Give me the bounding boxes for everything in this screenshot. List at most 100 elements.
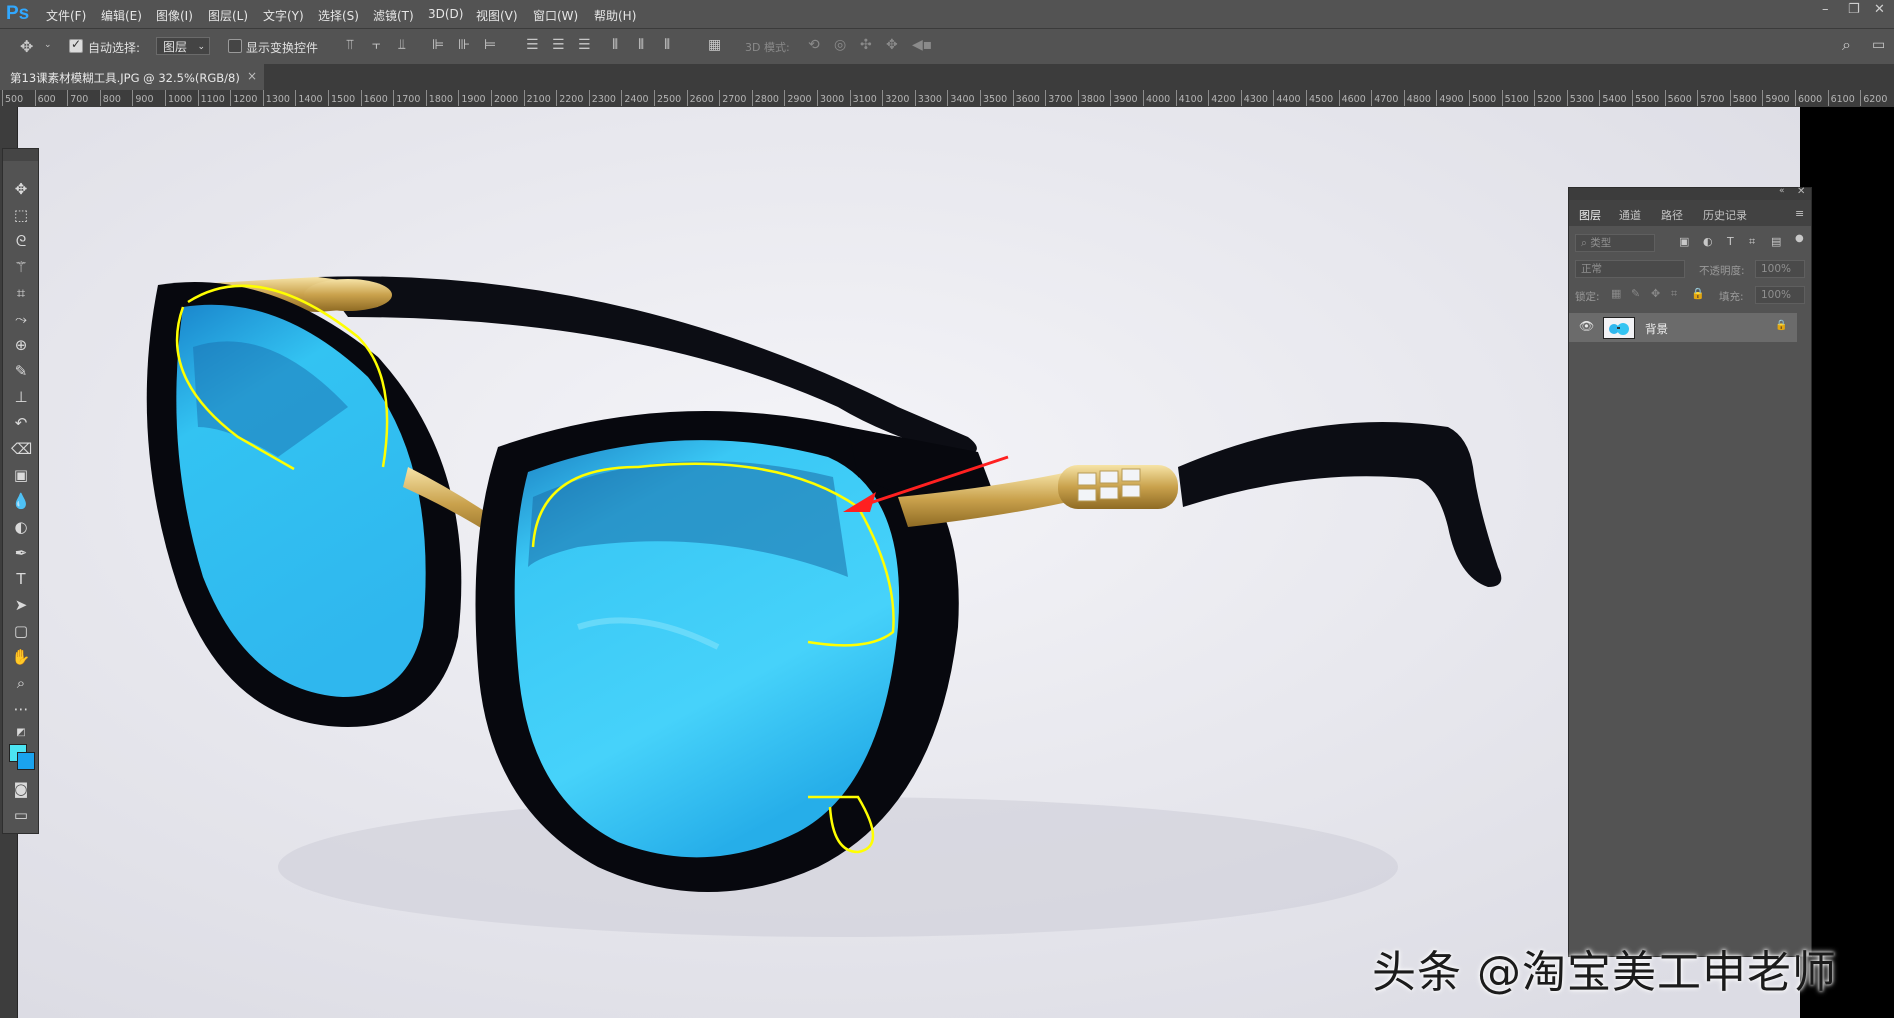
show-transform-checkbox[interactable] (228, 39, 242, 53)
opacity-input[interactable]: 100% (1755, 260, 1805, 278)
lock-image-icon[interactable]: ✎ (1631, 288, 1640, 299)
align-bottom-icon[interactable]: ⫫ (398, 38, 406, 52)
align-right-icon[interactable]: ⊨ (484, 38, 496, 52)
ruler-tick: 1300 (262, 90, 290, 106)
marquee-tool-icon[interactable]: ⬚ (11, 205, 31, 225)
hand-tool-icon[interactable]: ✋ (11, 647, 31, 667)
tab-layers[interactable]: 图层 (1579, 207, 1601, 223)
blend-mode-dropdown[interactable]: 正常 (1575, 260, 1685, 278)
lock-transparent-icon[interactable]: ▦ (1611, 288, 1621, 299)
clone-stamp-tool-icon[interactable]: ⊥ (11, 387, 31, 407)
filter-toggle-icon[interactable]: ● (1795, 234, 1804, 244)
move-tool-icon[interactable]: ✥ (20, 39, 33, 55)
fill-input[interactable]: 100% (1755, 286, 1805, 304)
menu-layer[interactable]: 图层(L) (208, 7, 248, 24)
healing-brush-tool-icon[interactable]: ⊕ (11, 335, 31, 355)
3d-pan-icon[interactable]: ✣ (860, 38, 872, 52)
shape-tool-icon[interactable]: ▢ (11, 621, 31, 641)
layer-filter-dropdown[interactable]: ⌕ 类型 (1575, 234, 1655, 252)
tab-paths[interactable]: 路径 (1661, 207, 1683, 223)
align-left-icon[interactable]: ⊫ (432, 38, 444, 52)
tools-panel-grip[interactable] (3, 149, 38, 161)
distribute-bottom-icon[interactable]: ☰ (578, 38, 591, 52)
3d-scale-icon[interactable]: ◀▪ (912, 38, 932, 52)
lock-artboard-icon[interactable]: ⌗ (1671, 288, 1677, 299)
distribute-vcenter-icon[interactable]: ☰ (552, 38, 565, 52)
eyedropper-tool-icon[interactable]: ⤳ (11, 309, 31, 329)
lasso-tool-icon[interactable]: ᘓ (11, 231, 31, 251)
filter-smart-object-icon[interactable]: ▤ (1771, 236, 1781, 247)
distribute-top-icon[interactable]: ☰ (526, 38, 539, 52)
distribute-left-icon[interactable]: ⦀ (612, 38, 618, 52)
filter-adjustment-icon[interactable]: ◐ (1703, 236, 1713, 247)
filter-pixel-icon[interactable]: ▣ (1679, 236, 1689, 247)
filter-type-icon[interactable]: T (1727, 236, 1734, 247)
minimize-button[interactable]: – (1822, 2, 1829, 17)
3d-orbit-icon[interactable]: ⟲ (808, 38, 820, 52)
menu-view[interactable]: 视图(V) (476, 7, 518, 24)
restore-button[interactable]: ❐ (1848, 2, 1860, 17)
align-hcenter-icon[interactable]: ⊪ (458, 38, 470, 52)
auto-select-checkbox[interactable] (69, 37, 83, 53)
magic-wand-tool-icon[interactable]: ⚚ (11, 257, 31, 277)
ruler-tick: 800 (99, 90, 121, 106)
menu-3d[interactable]: 3D(D) (428, 7, 463, 21)
lock-position-icon[interactable]: ✥ (1651, 288, 1660, 299)
default-colors-icon[interactable]: ◩ ⇄ (11, 723, 31, 758)
menu-file[interactable]: 文件(F) (46, 7, 86, 24)
tools-panel: ✥ ⬚ ᘓ ⚚ ⌗ ⤳ ⊕ ✎ ⊥ ↶ ⌫ ▣ 💧 ◐ ✒ T ➤ ▢ ✋ ⌕ … (2, 148, 39, 834)
3d-slide-icon[interactable]: ✥ (886, 38, 898, 52)
distribute-hcenter-icon[interactable]: ⦀ (638, 38, 644, 52)
background-color-swatch[interactable] (17, 752, 35, 770)
options-bar: ✥ ⌄ 自动选择: 图层⌄ 显示变换控件 ⫪ ⫟ ⫫ ⊫ ⊪ ⊨ ☰ ☰ ☰ ⦀… (0, 28, 1894, 65)
align-vcenter-icon[interactable]: ⫟ (372, 38, 380, 52)
search-icon[interactable]: ⌕ (1842, 37, 1851, 53)
menu-type[interactable]: 文字(Y) (263, 7, 304, 24)
path-selection-tool-icon[interactable]: ➤ (11, 595, 31, 615)
dodge-tool-icon[interactable]: ◐ (11, 517, 31, 537)
workspace-icon[interactable]: ▭ (1872, 38, 1885, 52)
layer-row[interactable]: 👁 背景 🔒 (1569, 313, 1797, 342)
ruler-tick: 2300 (588, 90, 616, 106)
eraser-tool-icon[interactable]: ⌫ (11, 439, 32, 459)
close-panel-icon[interactable]: ✕ (1797, 186, 1805, 197)
gradient-tool-icon[interactable]: ▣ (11, 465, 31, 485)
close-window-button[interactable]: ✕ (1874, 2, 1885, 17)
document-tab[interactable]: 第13课素材模糊工具.JPG @ 32.5%(RGB/8) × (0, 64, 264, 90)
quick-mask-icon[interactable]: ◙ (11, 779, 31, 799)
history-brush-tool-icon[interactable]: ↶ (11, 413, 31, 433)
menu-filter[interactable]: 滤镜(T) (373, 7, 414, 24)
tab-history[interactable]: 历史记录 (1703, 207, 1747, 223)
panel-header[interactable]: « ✕ (1569, 186, 1811, 200)
canvas-image[interactable] (18, 107, 1800, 1018)
type-tool-icon[interactable]: T (11, 569, 31, 589)
filter-shape-icon[interactable]: ⌗ (1749, 236, 1755, 247)
menu-help[interactable]: 帮助(H) (594, 7, 636, 24)
document-tab-bar: 第13课素材模糊工具.JPG @ 32.5%(RGB/8) × (0, 64, 1894, 90)
auto-align-icon[interactable]: ▦ (708, 38, 721, 52)
ruler-tick: 3600 (1012, 90, 1040, 106)
auto-select-target-dropdown[interactable]: 图层 ⌄ (156, 37, 210, 55)
distribute-right-icon[interactable]: ⦀ (664, 38, 670, 52)
close-tab-icon[interactable]: × (247, 69, 257, 83)
panel-menu-icon[interactable]: ≡ (1795, 207, 1804, 220)
blur-tool-icon[interactable]: 💧 (11, 491, 31, 511)
3d-roll-icon[interactable]: ◎ (834, 38, 846, 52)
menu-window[interactable]: 窗口(W) (533, 7, 578, 24)
pen-tool-icon[interactable]: ✒ (11, 543, 31, 563)
menu-select[interactable]: 选择(S) (318, 7, 359, 24)
move-tool-icon[interactable]: ✥ (11, 179, 31, 199)
menu-edit[interactable]: 编辑(E) (101, 7, 142, 24)
tool-preset-chevron-icon[interactable]: ⌄ (44, 41, 52, 50)
lock-all-icon[interactable]: 🔒 (1691, 288, 1705, 299)
zoom-tool-icon[interactable]: ⌕ (11, 673, 31, 693)
brush-tool-icon[interactable]: ✎ (11, 361, 31, 381)
crop-tool-icon[interactable]: ⌗ (11, 283, 31, 303)
more-tools-icon[interactable]: ⋯ (11, 699, 31, 719)
eye-icon[interactable]: 👁 (1579, 320, 1594, 332)
tab-channels[interactable]: 通道 (1619, 207, 1641, 223)
menu-image[interactable]: 图像(I) (156, 7, 193, 24)
collapse-panel-icon[interactable]: « (1779, 186, 1785, 196)
align-top-icon[interactable]: ⫪ (346, 38, 354, 52)
screen-mode-icon[interactable]: ▭ (11, 805, 31, 825)
